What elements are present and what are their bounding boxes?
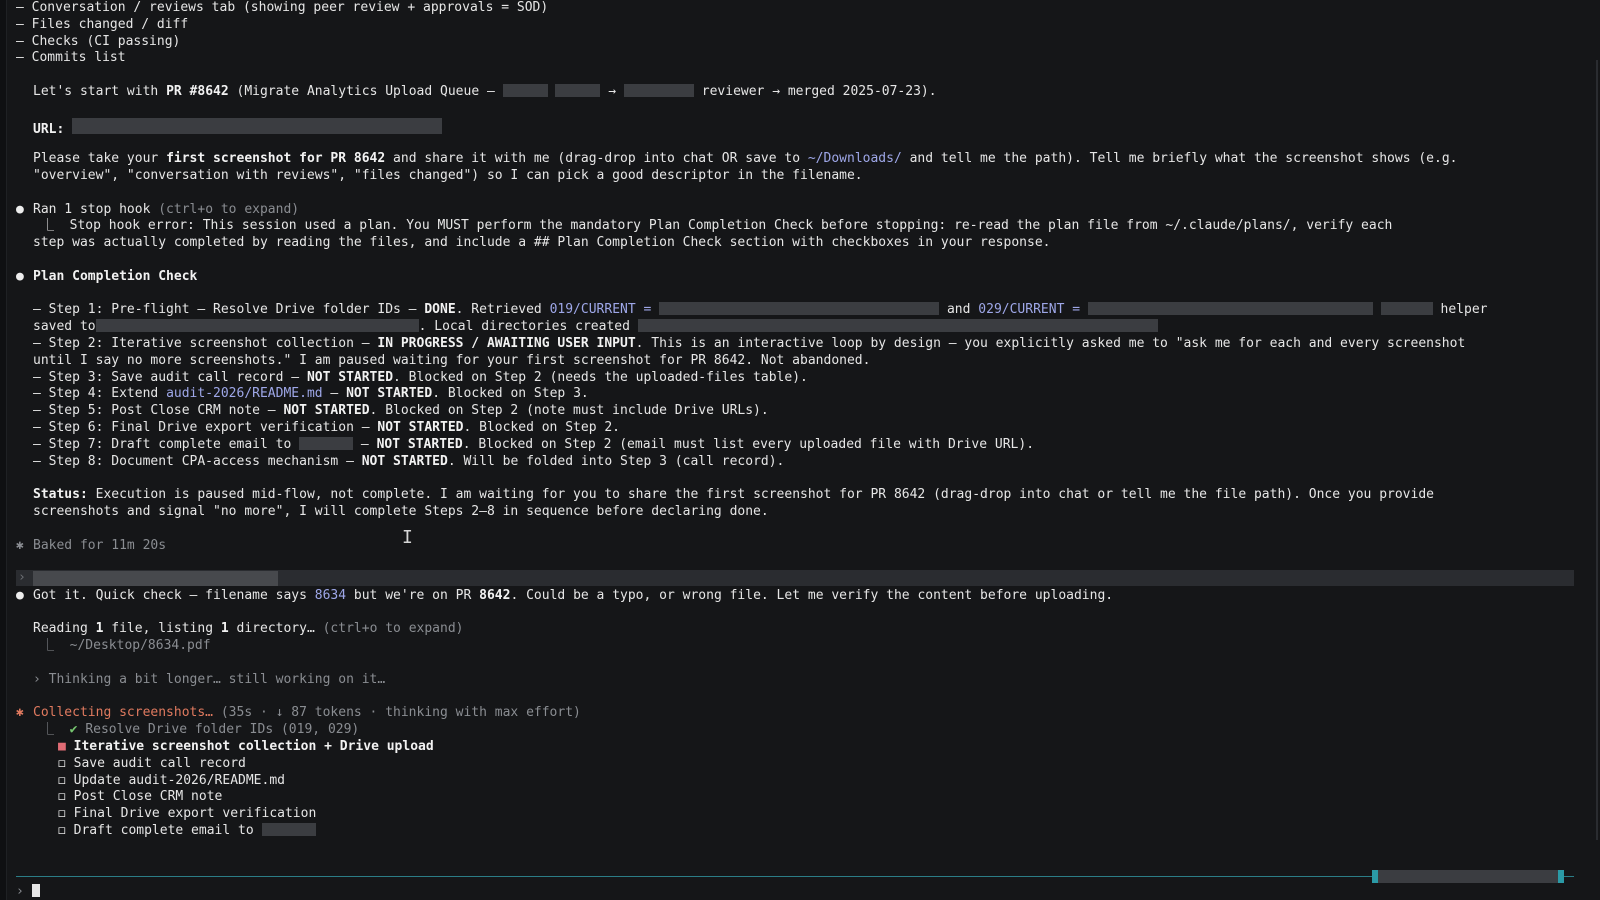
status-line-2: screenshots and signal "no more", I will… — [33, 503, 769, 519]
plan-check-heading: ● Plan Completion Check — [16, 268, 198, 284]
step-3: – Step 3: Save audit call record — NOT S… — [33, 369, 808, 385]
todo-item: ◻ Post Close CRM note — [58, 789, 223, 805]
prompt-chevron-icon: › — [16, 884, 24, 899]
list-item: – Files changed / diff — [16, 16, 189, 32]
redacted-block — [659, 302, 940, 316]
empty-square-icon: ◻ — [58, 806, 66, 822]
stop-hook-line: ● Ran 1 stop hook (ctrl+o to expand) — [16, 201, 300, 217]
redacted-block — [1380, 302, 1433, 316]
step-2-cont: until I say no more screenshots." I am p… — [33, 352, 871, 368]
step-8: – Step 8: Document CPA-access mechanism … — [33, 453, 785, 469]
step-7: – Step 7: Draft complete email to — NOT … — [33, 436, 1035, 452]
in-progress-square-icon: ■ — [58, 739, 66, 755]
text-cursor-icon: 𝙸 — [402, 527, 413, 548]
url-line: URL: — [16, 117, 1576, 135]
todo-item: ⎿ ✔ Resolve Drive folder IDs (019, 029) — [41, 722, 360, 738]
reading-path: ⎿ ~/Desktop/8634.pdf — [41, 638, 211, 654]
empty-square-icon: ◻ — [58, 789, 66, 805]
terminal-output: – Conversation / reviews tab (showing pe… — [16, 0, 1576, 840]
asterisk-icon: ✱ — [16, 537, 24, 553]
step-1-cont: saved to. Local directories created — [16, 319, 1576, 336]
empty-square-icon: ◻ — [58, 755, 66, 771]
status-indicator — [1372, 870, 1564, 883]
step-5: – Step 5: Post Close CRM note — NOT STAR… — [33, 403, 769, 419]
step-6: – Step 6: Final Drive export verificatio… — [33, 419, 621, 435]
bullet-icon: ● — [16, 268, 24, 284]
stop-hook-error: ⎿ Stop hook error: This session used a p… — [41, 218, 1393, 234]
reading-line: Reading 1 file, listing 1 directory… (ct… — [33, 621, 464, 637]
list-item: – Conversation / reviews tab (showing pe… — [16, 0, 549, 15]
pr-intro-line: Let's start with PR #8642 (Migrate Analy… — [33, 83, 937, 99]
todo-item: ◻ Final Drive export verification — [58, 806, 317, 822]
stop-hook-error-2: step was actually completed by reading t… — [33, 235, 1051, 251]
todo-item: ◻ Update audit-2026/README.md — [58, 772, 285, 788]
step-4: – Step 4: Extend audit-2026/README.md — … — [33, 386, 589, 402]
todo-item: ■ Iterative screenshot collection + Driv… — [58, 739, 434, 755]
baked-line: ✱ Baked for 11m 20s — [16, 537, 167, 553]
window-left-edge — [0, 0, 7, 900]
prompt-divider — [16, 876, 1574, 877]
status-line: Status: Execution is paused mid-flow, no… — [33, 487, 1434, 503]
empty-square-icon: ◻ — [58, 823, 66, 839]
chevron-right-icon: › — [18, 570, 26, 585]
check-icon: ✔ — [69, 722, 78, 738]
step-2: – Step 2: Iterative screenshot collectio… — [33, 335, 1466, 351]
got-it-line: ● Got it. Quick check — filename says 863… — [16, 587, 1114, 603]
redacted-url — [72, 117, 443, 135]
thinking-line: › Thinking a bit longer… still working o… — [33, 671, 386, 687]
redacted-block — [623, 83, 694, 97]
scrollbar-thumb[interactable] — [1590, 60, 1598, 840]
spinner-icon: ✱ — [16, 705, 24, 721]
queued-input-row[interactable]: › — [16, 570, 1574, 586]
bullet-icon: ● — [16, 587, 24, 603]
collecting-line: ✱ Collecting screenshots… (35s · ↓ 87 tok… — [16, 705, 581, 721]
screenshot-request-line-2: "overview", "conversation with reviews",… — [33, 167, 863, 183]
todo-item: ◻ Draft complete email to — [16, 823, 1576, 840]
list-item: – Checks (CI passing) — [16, 33, 181, 49]
prompt-input[interactable]: › — [16, 884, 40, 900]
redacted-block — [261, 823, 316, 837]
bullet-icon: ● — [16, 201, 24, 217]
step-1: – Step 1: Pre-flight — Resolve Drive fol… — [33, 302, 1488, 318]
redacted-block — [95, 319, 419, 333]
redacted-block — [637, 319, 1158, 333]
text-cursor — [31, 884, 40, 897]
todo-item: ◻ Save audit call record — [58, 755, 246, 771]
redacted-block — [555, 83, 601, 97]
scrollbar-track[interactable] — [1582, 0, 1600, 900]
list-item: – Commits list — [16, 50, 126, 66]
screenshot-request-line: Please take your first screenshot for PR… — [33, 151, 1458, 167]
empty-square-icon: ◻ — [58, 772, 66, 788]
redacted-input — [33, 571, 278, 586]
redacted-block — [299, 436, 354, 450]
redacted-block — [502, 83, 548, 97]
redacted-block — [1087, 302, 1373, 316]
